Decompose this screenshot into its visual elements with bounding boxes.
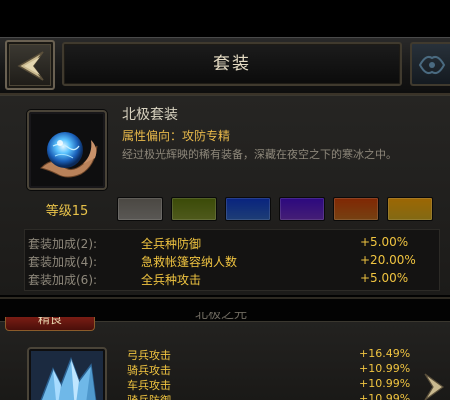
separator-line: [0, 297, 450, 299]
stat-value: +10.99%: [359, 362, 411, 375]
bonus-effect: 全兵种防御: [141, 237, 202, 251]
bonus-label: 套装加成(2):: [28, 237, 98, 251]
stat-value: +10.99%: [359, 377, 411, 390]
aurora-orb-icon: [40, 132, 98, 178]
bonus-value: +20.00%: [360, 253, 416, 267]
stat-value: +16.49%: [359, 347, 411, 360]
chevron-left-icon: [17, 51, 44, 81]
set-level: 等级15: [45, 204, 89, 219]
chevron-right-icon: [424, 373, 445, 400]
stat-name: 弓兵攻击: [127, 349, 171, 362]
set-name: 北极套装: [122, 107, 178, 123]
next-button[interactable]: [421, 372, 447, 400]
yellow-slot[interactable]: [387, 197, 433, 221]
blue-slot[interactable]: [225, 197, 271, 221]
quality-label: 精良: [37, 317, 62, 326]
title-plate: 套装: [62, 42, 402, 86]
green-slot[interactable]: [171, 197, 217, 221]
stat-row: 弓兵攻击 +16.49%: [127, 347, 417, 362]
stat-value: +10.99%: [359, 392, 411, 400]
attribute-value: 攻防专精: [182, 129, 231, 143]
stat-row: 车兵攻击 +10.99%: [127, 377, 417, 392]
bonus-row: 套装加成(2): 全兵种防御 +5.00%: [24, 233, 440, 251]
bonus-effect: 全兵种攻击: [141, 273, 202, 287]
back-button[interactable]: [5, 40, 55, 90]
top-strip: [0, 0, 450, 37]
bonus-row: 套装加成(4): 急救帐篷容纳人数 +20.00%: [24, 251, 440, 269]
orange-slot[interactable]: [333, 197, 379, 221]
bonus-label: 套装加成(6):: [28, 273, 98, 287]
page-title: 套装: [213, 54, 251, 74]
equipment-title: 北极之光: [195, 312, 248, 322]
equipment-item-frame[interactable]: [27, 347, 107, 400]
ice-crystal-icon: [31, 351, 103, 400]
purple-slot[interactable]: [279, 197, 325, 221]
set-description: 经过极光辉映的稀有装备，深藏在夜空之下的寒冰之中。: [122, 148, 397, 161]
gray-slot[interactable]: [117, 197, 163, 221]
bonus-effect: 急救帐篷容纳人数: [141, 255, 238, 269]
bonus-row: 套装加成(6): 全兵种攻击 +5.00%: [24, 269, 440, 287]
bonus-value: +5.00%: [360, 235, 409, 249]
crest-icon: [418, 55, 446, 75]
attribute-label: 属性偏向：: [122, 129, 183, 143]
stat-name: 车兵攻击: [127, 379, 171, 392]
set-item-frame[interactable]: [27, 110, 107, 190]
attribute-line: 属性偏向：攻防专精: [122, 127, 230, 144]
quality-tab: 精良: [5, 317, 95, 331]
stat-name: 骑兵防御: [127, 392, 171, 400]
stat-name: 骑兵攻击: [127, 364, 171, 377]
stat-row: 骑兵攻击 +10.99%: [127, 362, 417, 377]
bonus-value: +5.00%: [360, 271, 409, 285]
bonus-label: 套装加成(4):: [28, 255, 98, 269]
crest-button[interactable]: [410, 42, 450, 86]
stat-row: 骑兵防御 +10.99%: [127, 392, 417, 400]
